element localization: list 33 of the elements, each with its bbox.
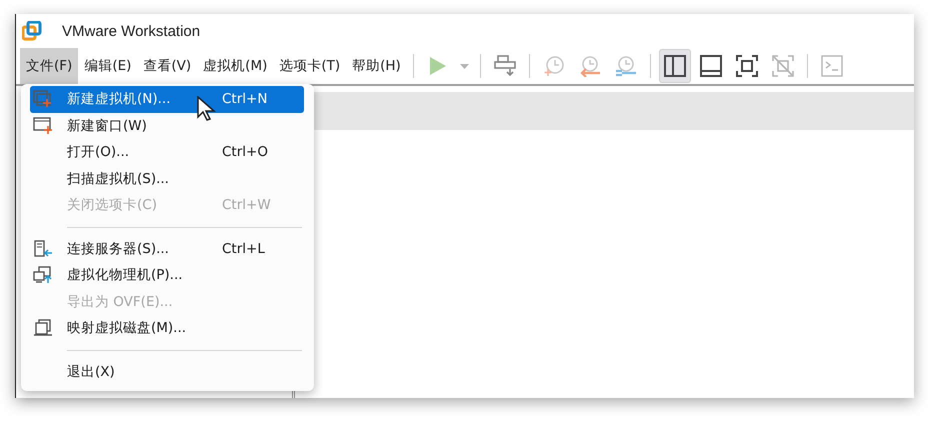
menu-bar-item[interactable]: 查看(V) [137,48,198,84]
menu-bar-item[interactable]: 文件(F) [20,48,78,84]
menu-item[interactable]: 连接服务器(S)... Ctrl+L [30,236,304,262]
menu-item[interactable]: 新建窗口(W) [30,112,304,139]
new-vm-icon [33,90,53,108]
menu-item[interactable]: 退出(X) [30,358,304,385]
mouse-cursor-icon [197,96,217,122]
unity-disabled-icon [772,55,794,77]
server-icon [33,240,53,258]
terminal-icon [820,55,843,77]
toolbar-button[interactable] [658,49,691,83]
app-logo-icon [22,21,42,41]
menu-bar-item[interactable]: 编辑(E) [78,48,138,84]
menu-bar-item[interactable]: 选项卡(T) [273,48,346,84]
fullscreen-icon [736,55,758,77]
menu-item[interactable]: 新建虚拟机(N)... Ctrl+N [30,86,304,112]
sidebar-layout-icon [664,55,686,77]
clock-arrow-icon [578,55,602,77]
clock-plus-icon [542,55,565,77]
bottom-panel-icon [700,55,722,77]
clock-wrench-icon [614,55,638,77]
menu-bar-item[interactable]: 虚拟机(M) [197,48,274,84]
computers-icon [33,266,53,284]
window-title: VMware Workstation [62,22,200,40]
menu-item[interactable]: 映射虚拟磁盘(M)... [30,315,304,342]
menu-item[interactable]: 打开(O)... Ctrl+O [30,139,304,166]
play-icon [428,56,447,76]
new-window-icon [33,116,53,135]
menu-bar-item[interactable]: 帮助(H) [346,48,407,84]
menu-item[interactable]: 扫描虚拟机(S)... [30,166,304,192]
menu-item[interactable]: 虚拟化物理机(P)... [30,262,304,288]
disk-icon [33,319,53,338]
caret-icon [460,64,470,68]
